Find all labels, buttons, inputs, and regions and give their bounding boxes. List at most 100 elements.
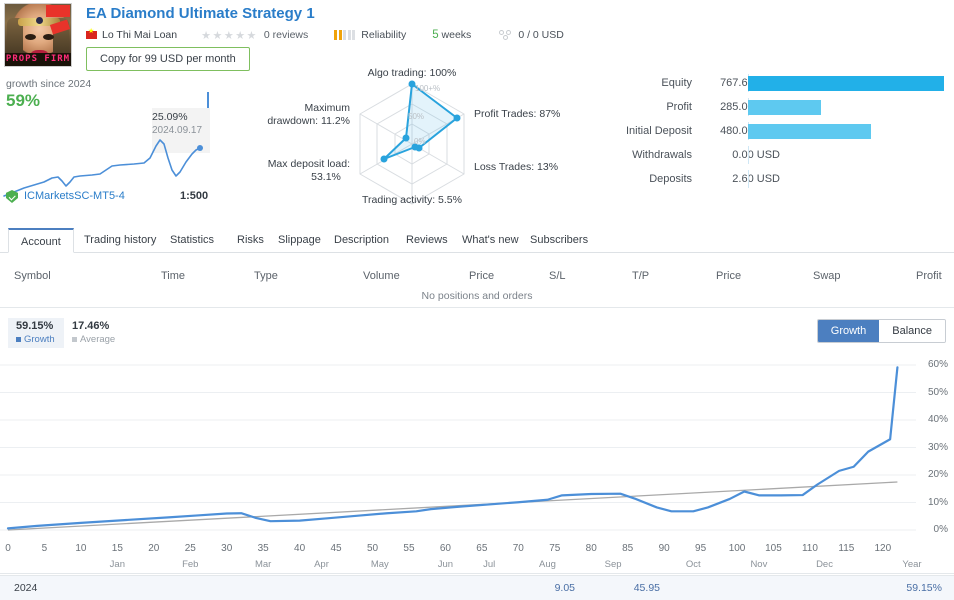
sparkline-chart[interactable] (0, 78, 250, 206)
avatar-eye-right (43, 34, 54, 40)
copy-subscribe-button[interactable]: Copy for 99 USD per month (86, 47, 250, 71)
growth-legend-text: Growth (24, 334, 55, 345)
x-axis-month: Dec (816, 559, 833, 570)
yearly-summary-row[interactable]: 2024 9.05 45.95 59.15% (0, 575, 954, 600)
toggle-growth-button[interactable]: Growth (817, 320, 880, 342)
x-axis-tick: 120 (874, 543, 892, 554)
y-axis-tick: 40% (927, 414, 948, 425)
equity-bar (748, 76, 944, 91)
radar-ring-label-50: 50% (408, 112, 424, 121)
table-header-s-l[interactable]: S/L (549, 270, 566, 282)
table-header-time[interactable]: Time (161, 270, 185, 282)
x-axis-tick: 70 (512, 543, 524, 554)
rating-stars-icon: ★★★★★ (201, 29, 258, 42)
stat-growth[interactable]: 59.15% Growth (8, 318, 64, 348)
y-axis-tick: 50% (927, 386, 948, 398)
x-axis-tick: 15 (111, 543, 123, 554)
equity-row-label: Withdrawals (632, 149, 692, 161)
equity-summary: Equity767.63 USD Profit285.03 USD Initial … (600, 74, 954, 199)
table-header-type[interactable]: Type (254, 270, 278, 282)
equity-row: Equity767.63 USD (600, 74, 954, 92)
signal-header: PROPS FIRM EA Diamond Ultimate Strategy … (0, 0, 954, 71)
equity-row-label: Profit (666, 101, 692, 113)
broker-account-name[interactable]: ICMarketsSC-MT5-4 (24, 190, 125, 202)
x-axis-tick: 50 (366, 543, 379, 554)
tab-statistics[interactable]: Statistics (158, 228, 226, 253)
table-header-symbol[interactable]: Symbol (14, 270, 51, 282)
x-axis-tick: 75 (549, 543, 561, 554)
subscribers-value: 0 / 0 USD (518, 29, 564, 41)
avatar-corner-badge (46, 5, 70, 17)
sparkline-endpoint-dot (197, 145, 203, 151)
chart-stats-bar: 59.15% Growth 17.46% Average Growth Bala… (0, 318, 954, 350)
reliability-label: Reliability (361, 29, 407, 41)
x-axis-tick: 25 (184, 543, 196, 554)
x-axis-tick: 115 (838, 543, 855, 554)
x-axis-month: Aug (539, 559, 556, 570)
x-axis-month: Sep (604, 559, 622, 570)
x-axis-tick: 30 (221, 543, 233, 554)
x-axis-tick: 100 (728, 543, 746, 554)
stat-average-label: Average (72, 334, 115, 345)
x-axis-tick: 60 (439, 543, 451, 554)
author-block[interactable]: Lo Thi Mai Loan (86, 28, 177, 41)
equity-row-label: Equity (661, 77, 692, 89)
tab-subscribers[interactable]: Subscribers (518, 228, 600, 253)
x-axis-tick: 5 (41, 543, 48, 554)
x-axis-tick: 55 (403, 543, 415, 554)
x-axis-month: Apr (314, 559, 329, 570)
radar-ring-label-100: 100+% (415, 84, 440, 93)
radar-chart: 100+% 50% 0% Algo trading: 100% Profit T… (262, 66, 562, 211)
average-legend-dot-icon (72, 336, 77, 342)
equity-bar (748, 100, 821, 115)
x-axis-month: Jun (437, 559, 454, 570)
toggle-balance-button[interactable]: Balance (879, 320, 945, 342)
avatar-eye-left (25, 34, 36, 40)
tab-account[interactable]: Account (8, 228, 74, 253)
tab-description[interactable]: Description (322, 228, 401, 253)
stat-growth-value: 59.15% (16, 320, 54, 332)
x-axis-month: Feb (182, 559, 199, 570)
x-axis-month: Mar (254, 559, 272, 570)
table-header-t-p[interactable]: T/P (632, 270, 649, 282)
account-row: ICMarketsSC-MT5-4 1:500 (0, 188, 250, 206)
chart-x-axis: 0 5 10 15 20 25 30 35 40 45 50 55 60 65 70 75 80 85 90 95 10… (0, 540, 954, 574)
x-axis-month: Oct (685, 559, 701, 570)
table-header-price[interactable]: Price (469, 270, 494, 282)
reviews-count[interactable]: 0 reviews (264, 29, 308, 41)
equity-row-label: Initial Deposit (625, 125, 692, 137)
table-header-swap[interactable]: Swap (813, 270, 841, 282)
summary-year: 2024 (14, 582, 38, 594)
table-header-volume[interactable]: Volume (363, 270, 400, 282)
y-axis-tick: 30% (927, 441, 948, 453)
equity-bar-track (748, 146, 749, 164)
radar-label-profit-trades: Profit Trades: 87% (474, 108, 560, 120)
x-axis-month: May (370, 559, 389, 570)
tab-trading-history[interactable]: Trading history (72, 228, 168, 253)
stat-average[interactable]: 17.46% Average (70, 318, 126, 348)
equity-row: Initial Deposit480.00 USD (600, 122, 954, 140)
summary-cell: 9.05 (554, 582, 575, 594)
equity-row-value: 0.00 USD (732, 149, 780, 161)
x-axis-tick: 35 (257, 543, 269, 554)
x-axis-month: Year (902, 559, 922, 570)
table-header-price[interactable]: Price (716, 270, 741, 282)
page-title: EA Diamond Ultimate Strategy 1 (86, 5, 315, 22)
y-axis-tick: 60% (927, 359, 948, 370)
radar-label-trading-activity: Trading activity: 5.5% (362, 194, 462, 206)
growth-chart[interactable]: 0% 10% 20% 30% 40% 50% 60% (0, 355, 954, 540)
age-weeks-value: 5 (432, 29, 439, 41)
avatar-gem (36, 17, 43, 24)
table-header-profit[interactable]: Profit (916, 270, 942, 282)
growth-sparkline-panel: growth since 2024 59% 25.09% 2024.09.17 (0, 78, 250, 206)
equity-row: Deposits 2.60 USD (600, 170, 954, 188)
sparkline-tooltip-date: 2024.09.17 (152, 125, 203, 136)
radar-label-max-deposit-load: Max deposit load: (268, 158, 350, 170)
table-empty-message: No positions and orders (421, 290, 533, 302)
summary-cell: 59.15% (906, 582, 942, 594)
x-axis-tick: 80 (585, 543, 597, 554)
positions-table: No positions and orders Symbol Time Type Vo… (0, 262, 954, 308)
vietnam-flag-icon (86, 28, 97, 39)
average-legend-text: Average (80, 334, 116, 345)
x-axis-tick: 95 (695, 543, 707, 554)
